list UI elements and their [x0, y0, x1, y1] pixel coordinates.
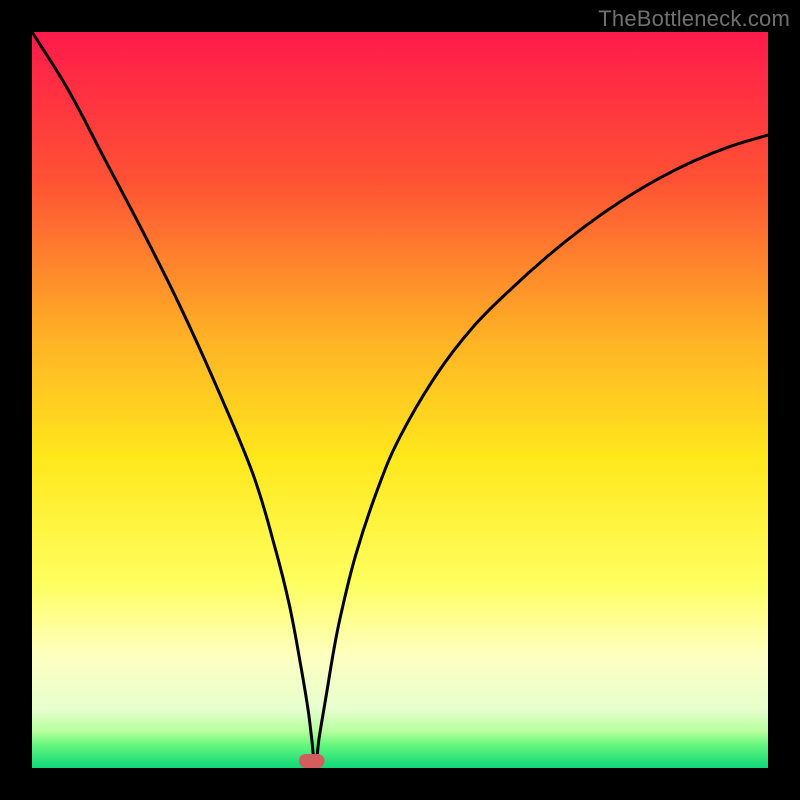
plot-area — [32, 32, 768, 768]
chart-frame: TheBottleneck.com — [0, 0, 800, 800]
bottleneck-curve — [32, 32, 768, 768]
watermark-label: TheBottleneck.com — [598, 6, 790, 32]
